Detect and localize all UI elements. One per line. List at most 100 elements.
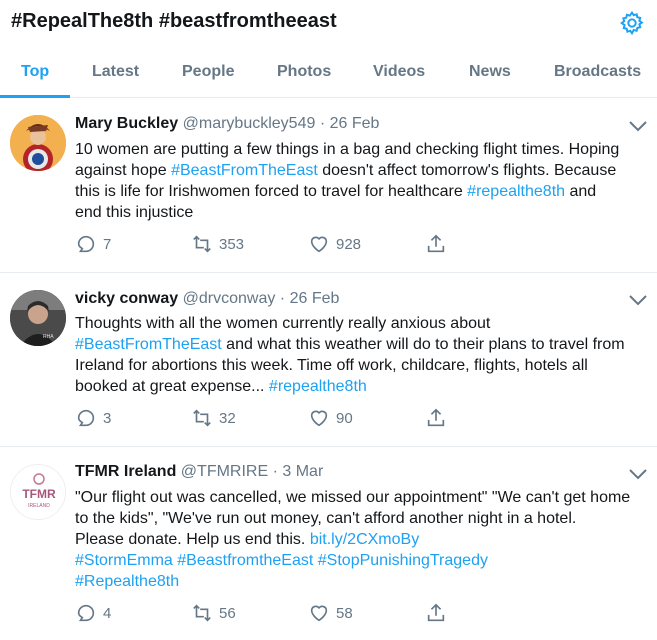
share-button[interactable] [425,406,447,430]
like-count: 90 [336,409,353,427]
tab-latest[interactable]: Latest [92,63,139,81]
tweet-actions: 7 353 928 [75,232,495,256]
tweet-text-segment: to the kids", "We've run out money, can'… [75,510,577,527]
tweet-actions: 3 32 90 [75,406,495,430]
hashtag-link[interactable]: #Repealthe8th [75,573,179,590]
retweet-button[interactable]: 32 [191,406,236,430]
tweet-date[interactable]: 26 Feb [290,290,340,307]
avatar[interactable] [10,115,66,171]
tweet-text-line: this is life for Irishwomen forced to tr… [75,181,650,202]
chevron-down-icon[interactable] [628,120,648,132]
tweet-actions: 4 56 58 [75,601,495,625]
share-icon [427,234,445,253]
like-button[interactable]: 928 [308,232,361,256]
author-handle[interactable]: @marybuckley549 [183,115,316,132]
hashtag-link[interactable]: #StormEmma [75,552,173,569]
share-button[interactable] [425,601,447,625]
author-name[interactable]: Mary Buckley [75,115,178,132]
like-button[interactable]: 90 [308,406,353,430]
tweet-text-segment: 10 women are putting a few things in a b… [75,141,620,158]
url-link[interactable]: bit.ly/2CXmoBy [310,531,419,548]
tweet-date[interactable]: 26 Feb [330,115,380,132]
reply-count: 3 [103,409,112,427]
retweet-icon [193,604,211,622]
retweet-button[interactable]: 56 [191,601,236,625]
like-button[interactable]: 58 [308,601,353,625]
tweet[interactable]: Mary Buckley @marybuckley549 · 26 Feb 10… [0,99,657,273]
retweet-count: 32 [219,409,236,427]
hashtag-link[interactable]: #repealthe8th [269,378,367,395]
tweet-text-segment: against hope [75,162,172,179]
svg-text:RHA: RHA [43,334,54,340]
tweet-header: TFMR Ireland @TFMRIRE · 3 Mar [75,463,323,481]
tab-news[interactable]: News [469,63,511,81]
search-query-title: #RepealThe8th #beastfromtheeast [11,10,337,32]
reply-count: 7 [103,235,112,253]
tweet-text-segment: booked at great expense... [75,378,269,395]
avatar[interactable]: RHA [10,290,66,346]
tab-broadcasts[interactable]: Broadcasts [554,63,641,81]
tweet-text-line: booked at great expense... #repealthe8th [75,376,650,397]
heart-icon [310,605,328,622]
avatar-subtext: IRELAND [28,503,50,509]
chevron-down-icon[interactable] [628,294,648,306]
tweet-text: Thoughts with all the women currently re… [75,313,650,397]
gear-icon[interactable] [619,10,645,36]
tab-videos[interactable]: Videos [373,63,425,81]
hashtag-link[interactable]: #BeastfromtheEast [177,552,313,569]
tweet-text-line: "Our flight out was cancelled, we missed… [75,487,650,508]
tweet-text-line: against hope #BeastFromTheEast doesn't a… [75,160,650,181]
tab-photos[interactable]: Photos [277,63,331,81]
retweet-icon [193,409,211,427]
share-icon [427,408,445,427]
tweet-text-segment: this is life for Irishwomen forced to tr… [75,183,468,200]
tab-top[interactable]: Top [21,63,49,81]
separator: · [279,290,286,307]
avatar-text: TFMR [22,487,56,501]
reply-button[interactable]: 3 [75,406,111,430]
tweet[interactable]: RHA vicky conway @drvconway · 26 Feb Tho… [0,273,657,447]
tab-people[interactable]: People [182,63,234,81]
retweet-count: 353 [219,235,245,253]
hashtag-link[interactable]: #StopPunishingTragedy [318,552,488,569]
reply-icon [77,409,95,427]
author-name[interactable]: vicky conway [75,290,178,307]
hashtag-link[interactable]: #BeastFromTheEast [75,336,222,353]
avatar[interactable]: TFMR IRELAND [10,464,66,520]
like-count: 928 [336,235,362,253]
tweet-text-segment: Thoughts with all the women currently re… [75,315,491,332]
tweet-text-segment: "Our flight out was cancelled, we missed… [75,489,631,506]
tweet-text-segment: and what this weather will do to their p… [221,336,625,353]
author-handle[interactable]: @drvconway [183,290,276,307]
tweet-text-segment: doesn't affect tomorrow's flights. Becau… [317,162,617,179]
author-handle[interactable]: @TFMRIRE [181,463,268,480]
chevron-down-icon[interactable] [628,468,648,480]
hashtag-link[interactable]: #BeastFromTheEast [171,162,318,179]
retweet-button[interactable]: 353 [191,232,244,256]
retweet-icon [193,235,211,253]
share-icon [427,603,445,622]
reply-icon [77,235,95,253]
tweet-text-line: Ireland for abortions this week. Time of… [75,355,650,376]
tweet-date[interactable]: 3 Mar [282,463,323,480]
heart-icon [310,410,328,427]
reply-icon [77,604,95,622]
tweet-text: 10 women are putting a few things in a b… [75,139,650,223]
heart-icon [310,236,328,253]
tweet-text-line: 10 women are putting a few things in a b… [75,139,650,160]
reply-button[interactable]: 7 [75,232,111,256]
tweet[interactable]: TFMR IRELAND TFMR Ireland @TFMRIRE · 3 M… [0,447,657,640]
reply-count: 4 [103,604,112,622]
separator: · [319,115,326,132]
active-tab-indicator [0,95,70,98]
tweet-text-segment: Ireland for abortions this week. Time of… [75,357,588,374]
like-count: 58 [336,604,353,622]
tweet-header: Mary Buckley @marybuckley549 · 26 Feb [75,115,379,133]
tweet-text-line: Please donate. Help us end this. bit.ly/… [75,529,650,550]
tweet-text-segment: end this injustice [75,204,194,221]
share-button[interactable] [425,232,447,256]
tweet-text-line: #BeastFromTheEast and what this weather … [75,334,650,355]
hashtag-link[interactable]: #repealthe8th [467,183,565,200]
author-name[interactable]: TFMR Ireland [75,463,176,480]
reply-button[interactable]: 4 [75,601,111,625]
